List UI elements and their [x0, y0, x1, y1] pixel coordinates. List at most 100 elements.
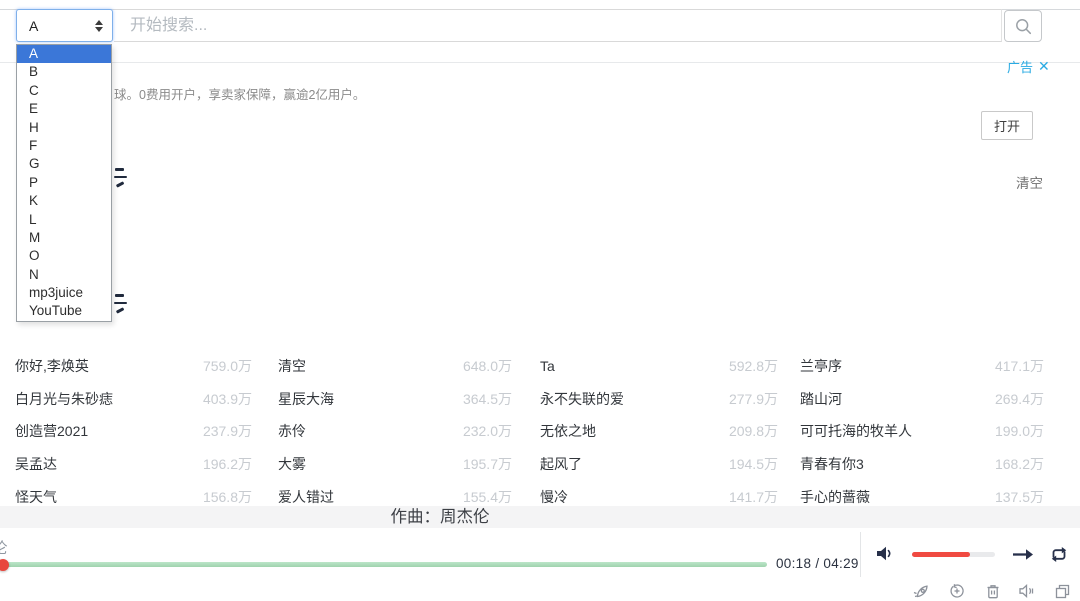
dropdown-option[interactable]: C: [17, 82, 111, 100]
song-title[interactable]: 大雾: [278, 454, 306, 474]
song-row[interactable]: 吴孟达 196.2万: [15, 448, 252, 481]
player-divider: [860, 532, 861, 577]
boost-button[interactable]: [913, 583, 929, 599]
next-track-button[interactable]: [1012, 548, 1034, 561]
ad-open-button[interactable]: 打开: [981, 111, 1033, 140]
song-play-count: 195.7万: [463, 454, 512, 474]
song-title[interactable]: 你好,李焕英: [15, 356, 89, 376]
dropdown-option[interactable]: L: [17, 211, 111, 229]
lyric-line: 作曲：周杰伦: [0, 506, 880, 528]
hidden-heading-fragment: [114, 294, 130, 312]
dropdown-option[interactable]: mp3juice: [17, 284, 111, 302]
song-title[interactable]: 赤伶: [278, 421, 306, 441]
dropdown-option[interactable]: E: [17, 100, 111, 118]
song-play-count: 759.0万: [203, 356, 252, 376]
window-restore-icon: [1055, 584, 1070, 599]
dropdown-option[interactable]: B: [17, 63, 111, 81]
dropdown-option[interactable]: O: [17, 247, 111, 265]
delete-button[interactable]: [986, 584, 1000, 599]
song-row[interactable]: 创造营2021 237.9万: [15, 415, 252, 448]
song-row[interactable]: 清空 648.0万: [278, 350, 512, 383]
song-row[interactable]: Ta 592.8万: [540, 350, 778, 383]
mute-button[interactable]: [876, 546, 896, 561]
progress-bar[interactable]: [0, 562, 767, 567]
volume-slider[interactable]: [912, 552, 995, 557]
progress-knob[interactable]: [0, 559, 9, 571]
song-play-count: 168.2万: [995, 454, 1044, 474]
song-title[interactable]: 起风了: [540, 454, 582, 474]
song-column-3: Ta 592.8万 永不失联的爱 277.9万 无依之地 209.8万 起风了 …: [540, 350, 778, 513]
song-title[interactable]: 永不失联的爱: [540, 389, 624, 409]
dropdown-option[interactable]: K: [17, 192, 111, 210]
song-title[interactable]: 星辰大海: [278, 389, 334, 409]
song-row[interactable]: 起风了 194.5万: [540, 448, 778, 481]
dropdown-option[interactable]: N: [17, 266, 111, 284]
song-title-fragment: 伦: [0, 537, 8, 558]
song-play-count: 232.0万: [463, 421, 512, 441]
dropdown-option[interactable]: M: [17, 229, 111, 247]
search-engine-select[interactable]: A: [16, 9, 113, 42]
song-row[interactable]: 兰亭序 417.1万: [800, 350, 1044, 383]
song-play-count: 277.9万: [729, 389, 778, 409]
song-title[interactable]: 白月光与朱砂痣: [15, 389, 113, 409]
song-title[interactable]: 慢冷: [540, 487, 568, 507]
song-title[interactable]: 吴孟达: [15, 454, 57, 474]
ad-text: 球。0费用开户，享卖家保障，赢逾2亿用户。: [114, 84, 365, 103]
repeat-mode-button[interactable]: [1050, 546, 1068, 563]
song-title[interactable]: 兰亭序: [800, 356, 842, 376]
song-column-4: 兰亭序 417.1万 踏山河 269.4万 可可托海的牧羊人 199.0万 青春…: [800, 350, 1044, 513]
song-title[interactable]: 爱人错过: [278, 487, 334, 507]
trash-icon: [986, 584, 1000, 599]
music-search-page: { "search_bar": { "engine_value": "A", "…: [0, 0, 1080, 601]
song-play-count: 155.4万: [463, 487, 512, 507]
song-title[interactable]: 踏山河: [800, 389, 842, 409]
ad-close-icon[interactable]: ✕: [1038, 58, 1050, 75]
song-column-1: 你好,李焕英 759.0万 白月光与朱砂痣 403.9万 创造营2021 237…: [15, 350, 252, 513]
ad-flag: 广告 ✕: [1007, 57, 1050, 76]
song-title[interactable]: 可可托海的牧羊人: [800, 421, 912, 441]
song-title[interactable]: 创造营2021: [15, 421, 88, 441]
song-row[interactable]: 白月光与朱砂痣 403.9万: [15, 383, 252, 416]
search-input[interactable]: [114, 9, 1002, 42]
song-play-count: 269.4万: [995, 389, 1044, 409]
song-title[interactable]: Ta: [540, 358, 555, 374]
song-row[interactable]: 踏山河 269.4万: [800, 383, 1044, 416]
song-row[interactable]: 赤伶 232.0万: [278, 415, 512, 448]
song-row[interactable]: 无依之地 209.8万: [540, 415, 778, 448]
clear-button[interactable]: 清空: [1016, 172, 1043, 192]
dropdown-option[interactable]: F: [17, 137, 111, 155]
song-row[interactable]: 你好,李焕英 759.0万: [15, 350, 252, 383]
song-play-count: 156.8万: [203, 487, 252, 507]
dropdown-option[interactable]: H: [17, 119, 111, 137]
song-row[interactable]: 永不失联的爱 277.9万: [540, 383, 778, 416]
song-row[interactable]: 青春有你3 168.2万: [800, 448, 1044, 481]
dropdown-option[interactable]: G: [17, 155, 111, 173]
song-row[interactable]: 星辰大海 364.5万: [278, 383, 512, 416]
song-play-count: 199.0万: [995, 421, 1044, 441]
timer-plus-icon: [949, 583, 965, 599]
rocket-icon: [913, 583, 929, 599]
search-button[interactable]: [1004, 10, 1042, 42]
time-display: 00:18 / 04:29: [776, 556, 859, 571]
dropdown-option[interactable]: YouTube: [17, 302, 111, 320]
dropdown-option[interactable]: A: [17, 45, 111, 63]
song-title[interactable]: 青春有你3: [800, 454, 864, 474]
song-title[interactable]: 怪天气: [15, 487, 57, 507]
song-title[interactable]: 清空: [278, 356, 306, 376]
song-title[interactable]: 无依之地: [540, 421, 596, 441]
search-engine-dropdown: ABCEHFGPKLMONmp3juiceYouTube: [16, 44, 112, 322]
song-title[interactable]: 手心的蔷薇: [800, 487, 870, 507]
dropdown-option[interactable]: P: [17, 174, 111, 192]
song-row[interactable]: 大雾 195.7万: [278, 448, 512, 481]
hidden-heading-fragment: [114, 168, 130, 186]
next-arrow-icon: [1012, 548, 1034, 561]
song-play-count: 137.5万: [995, 487, 1044, 507]
timer-button[interactable]: [949, 583, 965, 599]
sound-button[interactable]: [1019, 584, 1036, 598]
search-engine-value: A: [29, 18, 38, 34]
song-play-count: 417.1万: [995, 356, 1044, 376]
song-row[interactable]: 可可托海的牧羊人 199.0万: [800, 415, 1044, 448]
mini-window-button[interactable]: [1055, 584, 1070, 599]
song-play-count: 141.7万: [729, 487, 778, 507]
lyric-bar: 作曲：周杰伦: [0, 506, 1080, 528]
